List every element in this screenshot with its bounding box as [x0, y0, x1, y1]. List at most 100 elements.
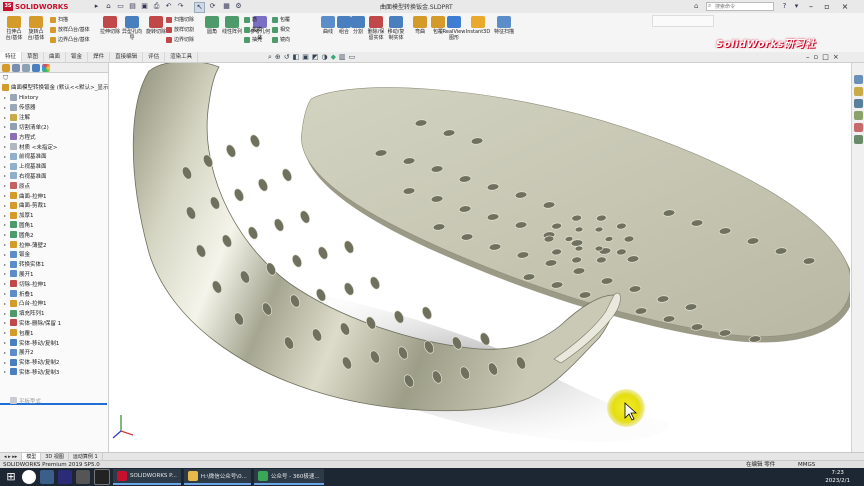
graphics-area[interactable] [109, 63, 850, 452]
app-icon-1[interactable] [76, 470, 90, 484]
zoom-area-icon[interactable]: ⊕ [275, 53, 281, 62]
command-tab[interactable]: 草图 [22, 52, 45, 62]
tree-item[interactable]: ▸ 上视基准面 [4, 162, 47, 171]
tree-item[interactable]: ▸ 右视基准面 [4, 171, 47, 180]
tree-item[interactable]: ▸ 凸台-拉伸1 [4, 299, 46, 308]
tree-item[interactable]: ▸ 实体-移动/复制3 [4, 367, 59, 376]
minimize-icon[interactable]: – [804, 0, 818, 13]
taskbar-task[interactable]: SOLIDWORKS P... [113, 469, 181, 485]
tree-item[interactable]: ▸ 展开1 [4, 269, 34, 278]
ribbon-small-button[interactable]: 相交 [272, 26, 290, 33]
expand-arrow-icon[interactable]: ▸ [4, 105, 8, 110]
design-library-icon[interactable] [854, 87, 863, 96]
file-properties-icon[interactable]: ▦ [222, 2, 231, 11]
configuration-manager-tab-icon[interactable] [22, 64, 30, 72]
windows-start-icon[interactable]: ⊞ [4, 470, 18, 484]
appearances-icon[interactable] [854, 123, 863, 132]
viewport-restore-icon[interactable]: ▫ [814, 53, 819, 61]
save-icon[interactable]: ▣ [140, 2, 149, 11]
tree-item[interactable]: ▸ 圆角1 [4, 220, 34, 229]
view-palette-icon[interactable] [854, 111, 863, 120]
ribbon-button[interactable]: 旋转切除 [146, 16, 166, 35]
command-tab[interactable]: 评估 [143, 52, 166, 62]
tree-item[interactable]: ▸ History [4, 93, 39, 102]
tree-item[interactable]: ▸ 实体-移动/复制2 [4, 358, 59, 367]
previous-view-icon[interactable]: ↺ [284, 53, 290, 62]
tree-item[interactable]: ▸ 展开2 [4, 348, 34, 357]
ribbon-small-button[interactable]: 扫描切除 [166, 16, 194, 23]
search-commands-input[interactable]: 搜索命令 [706, 2, 774, 11]
photoshop-icon[interactable] [58, 470, 72, 484]
zoom-fit-icon[interactable]: ⌕ [268, 53, 272, 62]
restore-icon[interactable]: ▫ [820, 0, 834, 13]
ribbon-small-button[interactable]: 筋 [244, 16, 257, 23]
file-explorer-icon[interactable] [854, 99, 863, 108]
ribbon-button[interactable]: 特征扫描 [494, 16, 514, 35]
ribbon-small-button[interactable]: 边界切除 [166, 36, 194, 43]
display-manager-tab-icon[interactable] [42, 64, 50, 72]
scene-icon[interactable]: ▥ [339, 53, 346, 62]
solidworks-logo[interactable]: 3S SOLIDWORKS [3, 1, 68, 12]
ribbon-small-button[interactable]: 放样凸台/基体 [50, 26, 90, 33]
expand-arrow-icon[interactable]: ▸ [4, 213, 8, 218]
ribbon-button[interactable]: RealView图形 [443, 16, 465, 41]
expand-arrow-icon[interactable]: ▸ [4, 154, 8, 159]
tree-item[interactable]: ▸ 曲面-剪裁1 [4, 201, 46, 210]
tree-item[interactable]: ▸ 方程式 [4, 132, 36, 141]
tree-item[interactable]: ▸ 前视基准面 [4, 152, 47, 161]
expand-arrow-icon[interactable]: ▸ [4, 115, 8, 120]
expand-arrow-icon[interactable]: ▸ [4, 340, 8, 345]
tree-item[interactable]: ▸ 填充阵列1 [4, 309, 45, 318]
ribbon-button[interactable]: Instant3D [466, 16, 490, 35]
expand-arrow-icon[interactable]: ▸ [4, 193, 8, 198]
ribbon-small-button[interactable]: 包覆 [272, 16, 290, 23]
tree-item[interactable]: ▸ 包覆1 [4, 328, 34, 337]
tree-item[interactable]: ▸ 钣金 [4, 250, 30, 259]
hide-show-icon[interactable]: ◑ [322, 53, 328, 62]
help-question-icon[interactable]: ? [780, 2, 789, 11]
arrow-menu-icon[interactable]: ▸ [92, 2, 101, 11]
property-manager-tab-icon[interactable] [12, 64, 20, 72]
expand-arrow-icon[interactable]: ▸ [4, 232, 8, 237]
tree-item[interactable]: ▸ 加厚1 [4, 211, 34, 220]
view-orientation-icon[interactable]: ▣ [302, 53, 309, 62]
ribbon-button[interactable]: 旋转凸台/基体 [26, 16, 46, 41]
tree-root-part[interactable]: 曲面模型转换钣金 (默认<<默认>_显示 [2, 83, 108, 91]
command-tab[interactable]: 焊件 [88, 52, 111, 62]
ribbon-small-button[interactable]: 放样切割 [166, 26, 194, 33]
ribbon-button[interactable]: 弯曲 [410, 16, 430, 35]
expand-arrow-icon[interactable]: ▸ [4, 134, 8, 139]
ribbon-small-button[interactable]: 边界凸台/基体 [50, 36, 90, 43]
tree-item[interactable]: ▸ 原点 [4, 181, 30, 190]
expand-arrow-icon[interactable]: ▸ [4, 271, 8, 276]
solidworks-resources-icon[interactable] [854, 75, 863, 84]
expand-arrow-icon[interactable]: ▸ [4, 124, 8, 129]
system-clock[interactable]: 7:23 2023/2/1 [825, 469, 850, 485]
command-tab[interactable]: 钣金 [66, 52, 89, 62]
undo-icon[interactable]: ↶ [164, 2, 173, 11]
ribbon-button[interactable]: 拉伸切除 [100, 16, 120, 35]
ribbon-small-button[interactable]: 扫描 [50, 16, 68, 23]
taskbar-task[interactable]: H:\微信公众号\0... [183, 469, 251, 485]
viewport-minimize-icon[interactable]: – [806, 53, 810, 61]
command-tab[interactable]: 曲面 [44, 52, 67, 62]
tree-item[interactable]: ▸ 注解 [4, 113, 30, 122]
command-tab[interactable]: 直接编辑 [110, 52, 144, 62]
view-settings-icon[interactable]: ▭ [349, 53, 356, 62]
help-dropdown-icon[interactable]: ▾ [792, 2, 801, 11]
viewport-close-icon[interactable]: × [833, 53, 839, 61]
custom-properties-icon[interactable] [854, 135, 863, 144]
expand-arrow-icon[interactable]: ▸ [4, 369, 8, 374]
expand-arrow-icon[interactable]: ▸ [4, 242, 8, 247]
expand-arrow-icon[interactable]: ▸ [4, 144, 8, 149]
expand-arrow-icon[interactable]: ▸ [4, 281, 8, 286]
expand-arrow-icon[interactable]: ▸ [4, 330, 8, 335]
new-document-icon[interactable]: ▭ [116, 2, 125, 11]
expand-arrow-icon[interactable]: ▸ [4, 173, 8, 178]
tree-item[interactable]: ▸ 折叠1 [4, 289, 34, 298]
command-tab[interactable]: 特征 [0, 52, 23, 62]
section-view-icon[interactable]: ◧ [293, 53, 300, 62]
close-icon[interactable]: × [838, 0, 852, 13]
ribbon-button[interactable]: 分割 [348, 16, 368, 35]
tree-item[interactable]: ▸ 圆角2 [4, 230, 34, 239]
